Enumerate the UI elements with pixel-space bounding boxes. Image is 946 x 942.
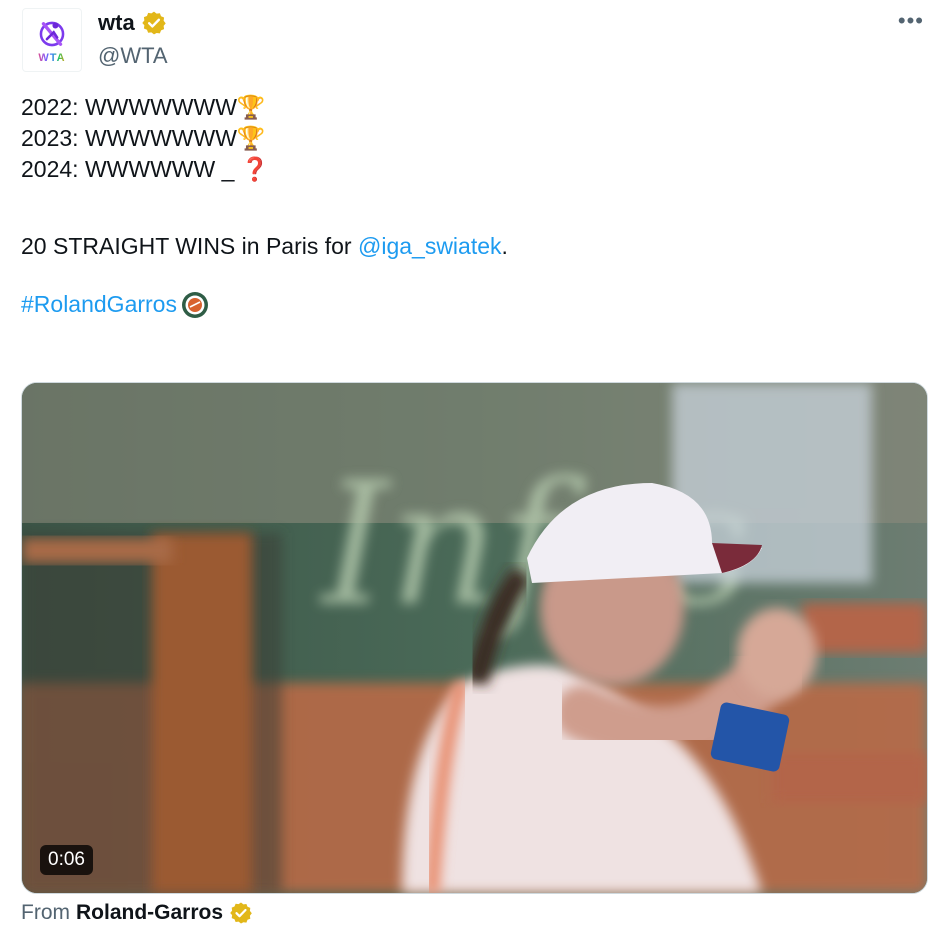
wta-logo-icon	[39, 21, 65, 46]
source-attribution: From Roland-Garros	[21, 901, 253, 925]
question-mark-icon: ❓	[240, 156, 270, 182]
video-thumbnail: Infos	[22, 383, 927, 893]
more-options-icon[interactable]: •••	[898, 8, 924, 34]
source-name-link[interactable]: Roland-Garros	[76, 901, 223, 925]
trophy-icon: 🏆	[236, 94, 266, 120]
video-duration-badge: 0:06	[40, 845, 93, 875]
mention-link[interactable]: @iga_swiatek	[358, 233, 502, 259]
hashtag-link[interactable]: #RolandGarros	[21, 289, 177, 320]
roland-garros-emblem-icon	[181, 291, 208, 318]
author-display-name[interactable]: wta	[98, 10, 135, 36]
tweet-line-2023: 2023: WWWWWWW🏆	[21, 125, 266, 151]
verified-badge-icon	[230, 902, 252, 924]
tweet-line-2022: 2022: WWWWWWW🏆	[21, 94, 266, 120]
author-name-row: wta	[98, 10, 167, 36]
tweet-line-wins: 20 STRAIGHT WINS in Paris for @iga_swiat…	[21, 233, 508, 259]
wta-avatar[interactable]: WTA	[22, 8, 82, 72]
video-player[interactable]: Infos 0:06	[21, 382, 928, 894]
author-handle[interactable]: @WTA	[98, 43, 168, 69]
tweet-line-hashtag: #RolandGarros	[21, 289, 921, 320]
verified-badge-icon	[141, 11, 166, 35]
wta-logo-text: WTA	[38, 51, 66, 64]
tweet-line-2024: 2024: WWWWWW _ ❓	[21, 156, 270, 182]
source-prefix: From	[21, 901, 70, 924]
tweet-text: 2022: WWWWWWW🏆 2023: WWWWWWW🏆 2024: WWWW…	[21, 92, 921, 320]
trophy-icon: 🏆	[236, 125, 266, 151]
